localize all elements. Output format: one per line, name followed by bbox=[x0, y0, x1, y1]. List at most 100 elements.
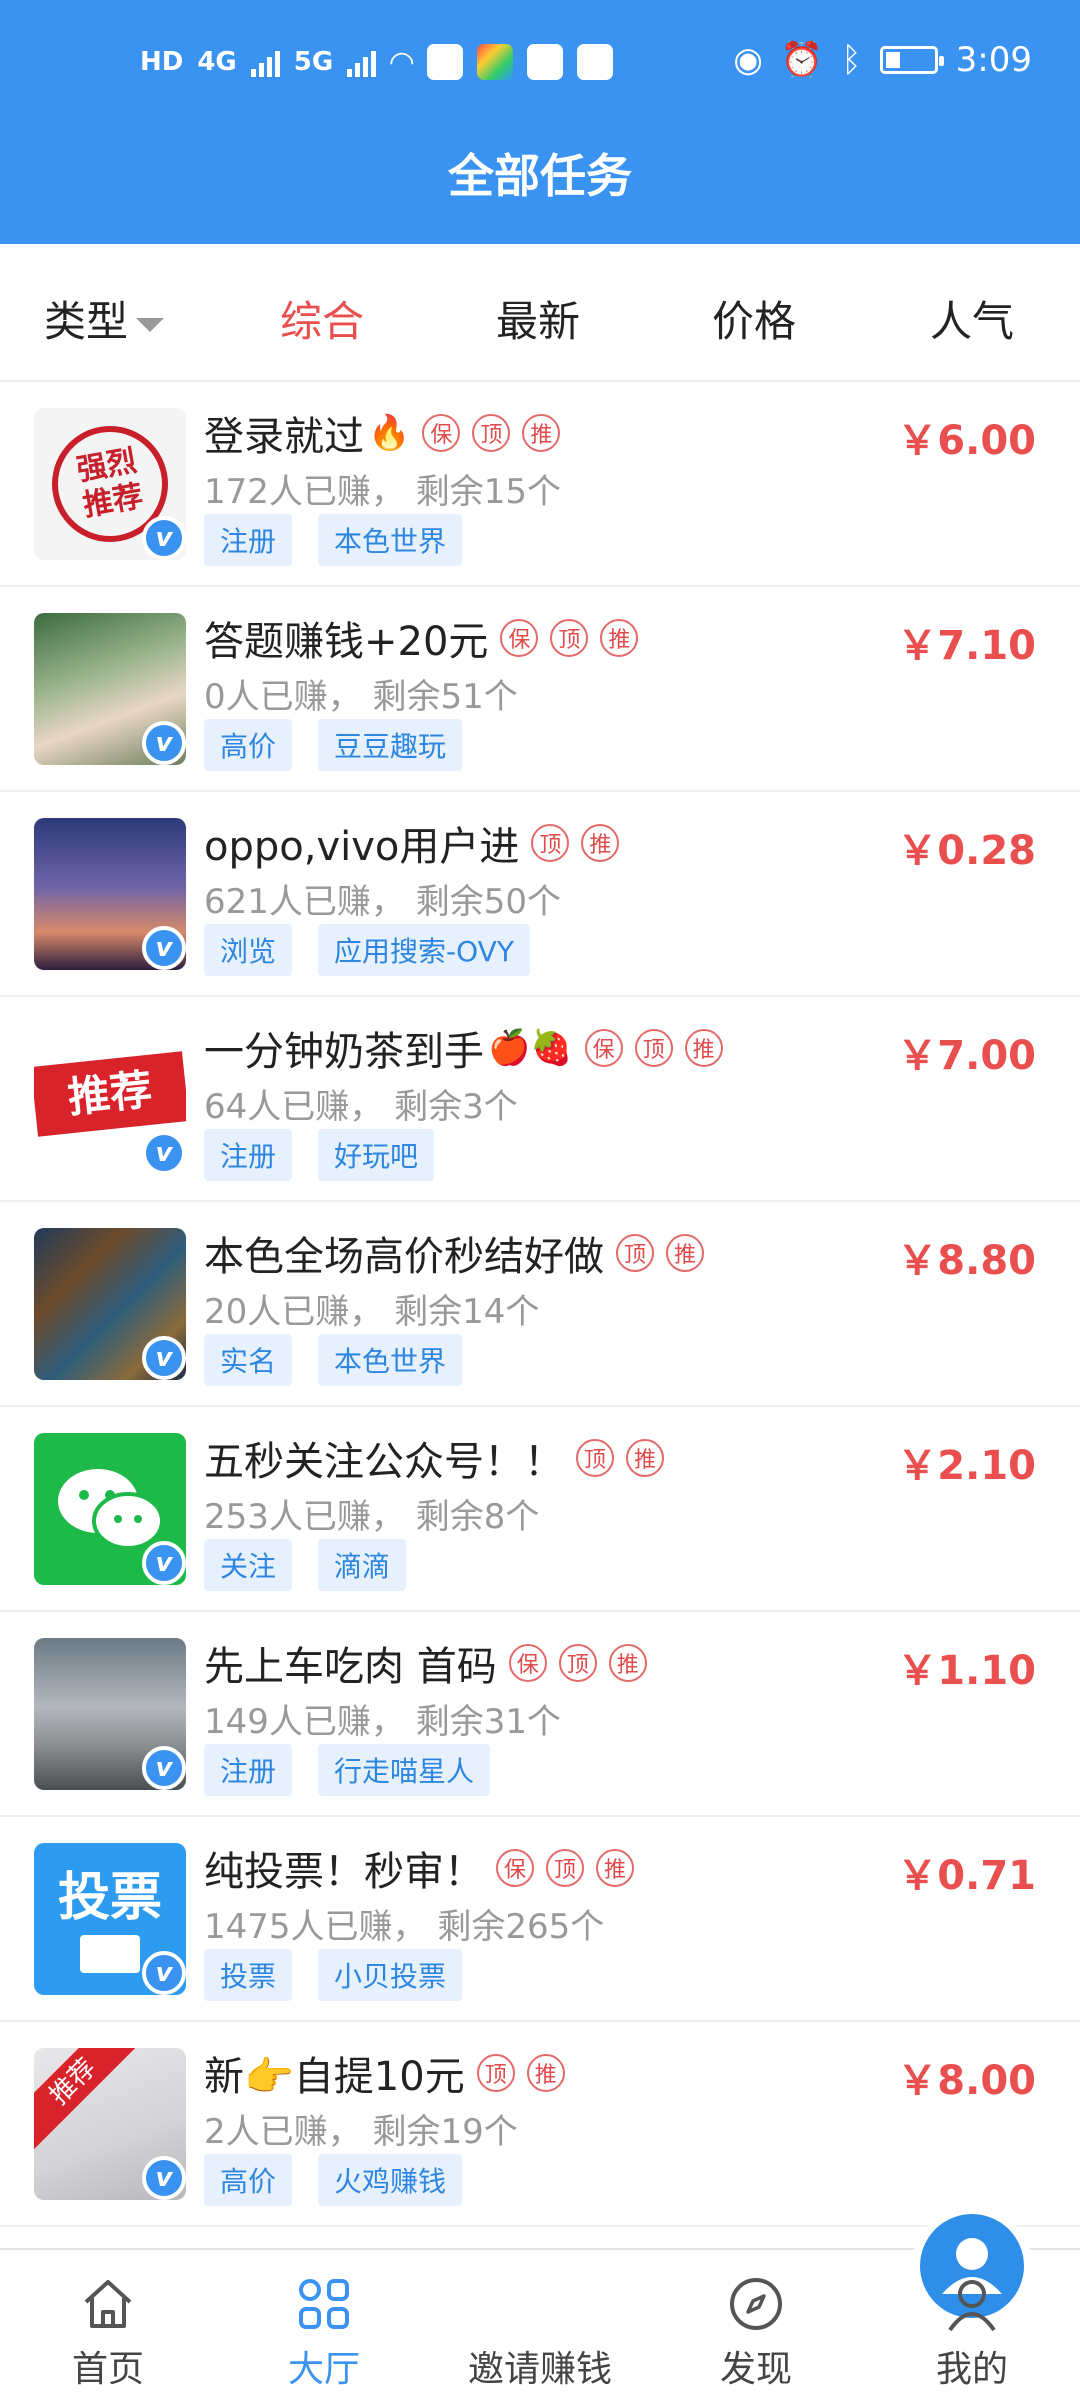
guarantee-badge: 保 bbox=[508, 1644, 547, 1682]
tab-overall[interactable]: 综合 bbox=[280, 288, 364, 349]
remaining-count: 剩余51个 bbox=[372, 677, 518, 717]
clock: 3:09 bbox=[955, 40, 1032, 80]
vote-logo-text: 投票 bbox=[57, 1868, 162, 1928]
earned-count: 621人已赚， bbox=[204, 882, 405, 922]
app-pill: 火鸡赚钱 bbox=[318, 2154, 463, 2206]
task-price: ￥7.00 bbox=[897, 1033, 1036, 1079]
top-badge: 顶 bbox=[634, 1029, 673, 1067]
recommend-ribbon: 推荐 bbox=[34, 1051, 186, 1137]
app-pill: 小贝投票 bbox=[318, 1949, 463, 2001]
earned-count: 0人已赚， bbox=[204, 677, 362, 717]
task-stats: 1475人已赚， 剩余265个 bbox=[204, 1899, 604, 1948]
remaining-count: 剩余19个 bbox=[372, 2112, 518, 2152]
app-notification-icon bbox=[527, 44, 564, 80]
compass-icon bbox=[730, 2278, 782, 2330]
nav-label: 邀请赚钱 bbox=[467, 2349, 612, 2390]
task-title: 纯投票！秒审！ 保 顶 推 bbox=[204, 1839, 634, 1897]
task-item[interactable]: v 先上车吃肉 首码 保 顶 推 149人已赚， 剩余31个 注册 行走喵星人 … bbox=[0, 1612, 1080, 1817]
top-badge: 顶 bbox=[558, 1644, 597, 1682]
nav-hall[interactable]: 大厅 bbox=[216, 2250, 432, 2400]
nav-label: 大厅 bbox=[287, 2349, 360, 2390]
app-pill: 本色世界 bbox=[318, 1334, 463, 1386]
task-price: ￥0.28 bbox=[897, 828, 1036, 874]
task-stats: 172人已赚， 剩余15个 bbox=[204, 464, 561, 513]
app-pill: 本色世界 bbox=[318, 514, 463, 566]
tab-popularity[interactable]: 人气 bbox=[930, 288, 1014, 349]
recommend-badge: 推 bbox=[522, 414, 561, 452]
task-pills: 浏览 应用搜索-OVY bbox=[204, 924, 530, 976]
task-pills: 高价 豆豆趣玩 bbox=[204, 719, 463, 771]
bottom-nav: 首页 大厅 邀请赚钱 发现 我的 bbox=[0, 2206, 1080, 2400]
fruit-emoji-icon: 🍎🍓 bbox=[488, 1028, 573, 1068]
task-stats: 253人已赚， 剩余8个 bbox=[204, 1489, 539, 1538]
task-item[interactable]: v 答题赚钱+20元 保 顶 推 0人已赚， 剩余51个 高价 豆豆趣玩 ￥7.… bbox=[0, 587, 1080, 792]
earned-count: 1475人已赚， bbox=[204, 1907, 427, 1947]
verified-icon: v bbox=[142, 1746, 186, 1790]
task-item[interactable]: v oppo,vivo用户进 顶 推 621人已赚， 剩余50个 浏览 应用搜索… bbox=[0, 792, 1080, 997]
status-bar: HD 4G 5G ◠ ◉ ⏰ ᛒ 3:09 bbox=[0, 0, 1080, 130]
user-icon bbox=[948, 2280, 996, 2332]
category-pill: 注册 bbox=[204, 1129, 293, 1181]
task-title-text: 登录就过 bbox=[204, 414, 364, 460]
app-notification-icon bbox=[427, 44, 464, 80]
caret-down-icon bbox=[136, 317, 165, 332]
category-pill: 浏览 bbox=[204, 924, 293, 976]
task-title: 答题赚钱+20元 保 顶 推 bbox=[204, 609, 639, 667]
task-item[interactable]: 推荐 v 一分钟奶茶到手 🍎🍓 保 顶 推 64人已赚， 剩余3个 注册 好玩吧… bbox=[0, 997, 1080, 1202]
task-title: 新👉自提10元 顶 推 bbox=[204, 2044, 565, 2102]
verified-icon: v bbox=[142, 1336, 186, 1380]
recommend-corner-label: 推荐 bbox=[34, 2048, 141, 2150]
home-icon bbox=[84, 2280, 132, 2328]
task-pills: 注册 行走喵星人 bbox=[204, 1744, 491, 1796]
tab-latest[interactable]: 最新 bbox=[496, 288, 580, 349]
task-title-text: 纯投票！秒审！ bbox=[204, 1849, 484, 1895]
earned-count: 253人已赚， bbox=[204, 1497, 405, 1537]
task-item[interactable]: 投票 v 纯投票！秒审！ 保 顶 推 1475人已赚， 剩余265个 投票 小贝… bbox=[0, 1817, 1080, 2022]
task-title-text: 新👉自提10元 bbox=[204, 2054, 465, 2100]
guarantee-badge: 保 bbox=[496, 1849, 534, 1887]
category-pill: 高价 bbox=[204, 2154, 293, 2206]
category-pill: 注册 bbox=[204, 514, 293, 566]
nav-home[interactable]: 首页 bbox=[0, 2250, 216, 2400]
task-title-text: 五秒关注公众号！！ bbox=[204, 1439, 564, 1485]
alarm-icon: ⏰ bbox=[780, 40, 824, 80]
grid-icon bbox=[299, 2279, 349, 2329]
task-item[interactable]: 强烈 推荐 v 登录就过 🔥 保 顶 推 172人已赚， 剩余15个 注册 本色… bbox=[0, 382, 1080, 587]
task-price: ￥8.80 bbox=[897, 1238, 1036, 1284]
verified-icon: v bbox=[142, 926, 186, 970]
recommend-badge: 推 bbox=[596, 1849, 634, 1887]
task-title-text: 一分钟奶茶到手 bbox=[204, 1029, 484, 1075]
task-item[interactable]: v 五秒关注公众号！！ 顶 推 253人已赚， 剩余8个 关注 滴滴 ￥2.10 bbox=[0, 1407, 1080, 1612]
task-price: ￥7.10 bbox=[897, 623, 1036, 669]
task-pills: 高价 火鸡赚钱 bbox=[204, 2154, 463, 2206]
nav-discover[interactable]: 发现 bbox=[648, 2250, 864, 2400]
top-badge: 顶 bbox=[546, 1849, 584, 1887]
tab-type[interactable]: 类型 bbox=[44, 288, 165, 349]
recommend-badge: 推 bbox=[526, 2054, 565, 2092]
filter-tabs: 类型 综合 最新 价格 人气 bbox=[0, 244, 1080, 382]
earned-count: 172人已赚， bbox=[204, 472, 405, 512]
task-title-text: oppo,vivo用户进 bbox=[204, 824, 520, 870]
hd-indicator: HD bbox=[140, 47, 184, 77]
task-item[interactable]: 推荐 v 新👉自提10元 顶 推 2人已赚， 剩余19个 高价 火鸡赚钱 ￥8.… bbox=[0, 2022, 1080, 2227]
task-stats: 149人已赚， 剩余31个 bbox=[204, 1694, 561, 1743]
verified-icon: v bbox=[142, 721, 186, 765]
nav-me[interactable]: 我的 bbox=[864, 2250, 1080, 2400]
verified-icon: v bbox=[142, 1951, 186, 1995]
tab-price[interactable]: 价格 bbox=[712, 288, 796, 349]
network-a-label: 4G bbox=[197, 47, 237, 77]
recommend-badge: 推 bbox=[600, 619, 639, 657]
app-pill: 行走喵星人 bbox=[318, 1744, 491, 1796]
top-badge: 顶 bbox=[576, 1439, 614, 1477]
verified-icon: v bbox=[142, 1131, 186, 1175]
nav-invite[interactable]: 邀请赚钱 bbox=[432, 2206, 1032, 2400]
guarantee-badge: 保 bbox=[422, 414, 461, 452]
remaining-count: 剩余50个 bbox=[415, 882, 561, 922]
recommend-badge: 推 bbox=[626, 1439, 664, 1477]
task-title: 一分钟奶茶到手 🍎🍓 保 顶 推 bbox=[204, 1019, 723, 1077]
bluetooth-icon: ᛒ bbox=[841, 40, 862, 80]
task-item[interactable]: v 本色全场高价秒结好做 顶 推 20人已赚， 剩余14个 实名 本色世界 ￥8… bbox=[0, 1202, 1080, 1407]
task-title: 先上车吃肉 首码 保 顶 推 bbox=[204, 1634, 647, 1692]
nav-label: 首页 bbox=[71, 2349, 144, 2390]
status-left: HD 4G 5G ◠ bbox=[140, 44, 614, 80]
